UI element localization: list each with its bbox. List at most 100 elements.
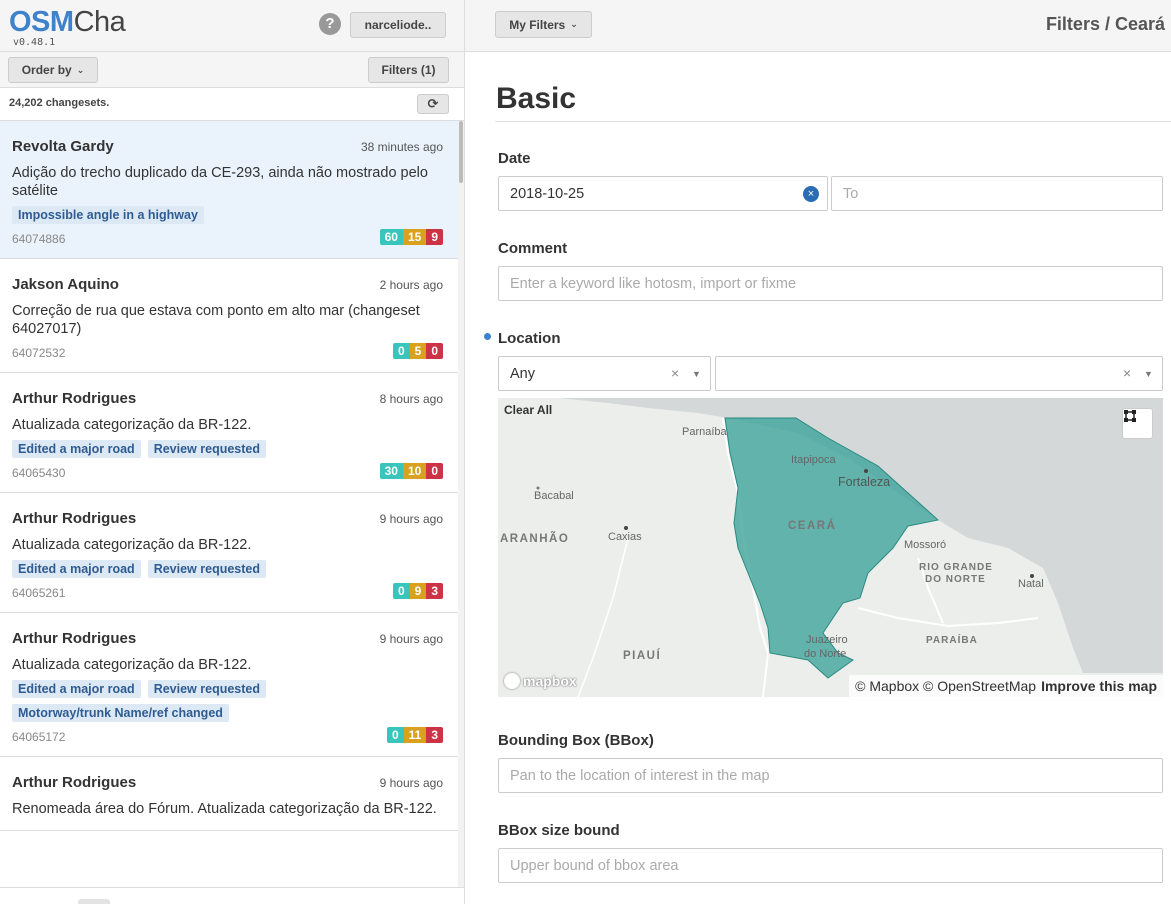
mapbox-logo-icon: [504, 673, 520, 689]
scrollbar-thumb[interactable]: [459, 121, 463, 183]
mapbox-logo[interactable]: mapbox: [504, 673, 577, 689]
changeset-user[interactable]: Arthur Rodrigues: [12, 390, 443, 407]
changeset-id: 64065172: [12, 730, 66, 744]
changeset-counts: 30 10 0: [379, 463, 443, 479]
order-by-label: Order by: [21, 63, 72, 77]
draw-polygon-button[interactable]: [1122, 408, 1153, 439]
modify-count: 10: [402, 463, 427, 479]
my-filters-label: My Filters: [509, 17, 566, 32]
map-label-natal: Natal: [1018, 578, 1044, 590]
delete-count: 3: [426, 727, 443, 743]
changeset-user[interactable]: Arthur Rodrigues: [12, 630, 443, 647]
changeset-count: 24,202 changesets.: [9, 97, 110, 109]
pagination-tab[interactable]: [78, 899, 110, 904]
changeset-tag: Review requested: [147, 680, 266, 698]
changeset-item[interactable]: Jakson Aquino 2 hours ago Correção de rua …: [0, 259, 458, 373]
modify-count: 5: [409, 343, 427, 359]
chevron-down-icon: ⌄: [570, 19, 578, 29]
changeset-tags: Edited a major road Review requested: [12, 440, 443, 458]
app-logo[interactable]: OSMCha: [9, 6, 126, 39]
create-count: 60: [379, 229, 403, 245]
user-button-label: narceliode..: [364, 18, 432, 32]
attribution-text[interactable]: © Mapbox © OpenStreetMap: [855, 678, 1036, 694]
order-by-button[interactable]: Order by ⌄: [8, 57, 98, 83]
location-select[interactable]: × ▼: [715, 356, 1163, 391]
list-toolbar: Order by ⌄ Filters (1): [0, 52, 464, 88]
app-header: OSMCha v0.48.1 ? narceliode..: [0, 0, 464, 52]
clear-x-icon[interactable]: ×: [1123, 365, 1131, 381]
map-label-itapipoca: Itapipoca: [791, 454, 836, 466]
create-count: 0: [386, 727, 404, 743]
changeset-item[interactable]: Revolta Gardy 38 minutes ago Adição do tre…: [0, 121, 458, 259]
changeset-counts: 60 15 9: [379, 229, 443, 245]
filters-header: My Filters ⌄ Filters / Ceará: [465, 0, 1171, 52]
changeset-item[interactable]: Arthur Rodrigues 9 hours ago Atualizada ca…: [0, 613, 458, 757]
river-line: [577, 537, 629, 697]
changeset-comment: Adição do trecho duplicado da CE-293, ai…: [12, 165, 428, 199]
state-border: [857, 607, 1039, 628]
clear-date-icon[interactable]: ×: [803, 186, 819, 202]
caret-down-icon[interactable]: ▼: [692, 369, 701, 379]
list-scrollbar[interactable]: [458, 121, 464, 887]
changeset-comment: Correção de rua que estava com ponto em …: [12, 303, 420, 337]
map-label-bacabal: Bacabal: [534, 490, 574, 502]
changeset-tags: Impossible angle in a highway: [12, 206, 443, 224]
modified-indicator-dot: [484, 333, 491, 340]
map-label-parnaiba: Parnaíba: [682, 426, 727, 438]
changeset-user[interactable]: Arthur Rodrigues: [12, 774, 443, 791]
section-divider: [495, 121, 1171, 122]
comment-placeholder: Enter a keyword like hotosm, import or f…: [510, 275, 797, 292]
count-bar: 24,202 changesets. ⟳: [0, 88, 464, 121]
city-dot: [624, 526, 628, 530]
caret-down-icon[interactable]: ▼: [1144, 369, 1153, 379]
polygon-icon: [1124, 410, 1136, 422]
my-filters-button[interactable]: My Filters ⌄: [495, 11, 592, 38]
changeset-time: 9 hours ago: [379, 776, 443, 790]
location-type-select[interactable]: Any × ▼: [498, 356, 711, 391]
map-label-do-norte-city: do Norte: [804, 648, 847, 660]
bbox-size-input[interactable]: Upper bound of bbox area: [498, 848, 1163, 883]
map-attribution: © Mapbox © OpenStreetMap Improve this ma…: [849, 675, 1163, 697]
clear-x-icon[interactable]: ×: [671, 365, 679, 381]
changeset-id: 64072532: [12, 346, 66, 360]
comment-label: Comment: [498, 240, 568, 257]
changeset-item[interactable]: Arthur Rodrigues 8 hours ago Atualizada ca…: [0, 373, 458, 493]
changeset-tag: Review requested: [147, 560, 266, 578]
changeset-id: 64074886: [12, 232, 66, 246]
date-to-placeholder: To: [843, 185, 859, 202]
changeset-time: 9 hours ago: [379, 632, 443, 646]
changeset-time: 9 hours ago: [379, 512, 443, 526]
changeset-item[interactable]: Arthur Rodrigues 9 hours ago Atualizada ca…: [0, 493, 458, 613]
changeset-tag: Edited a major road: [12, 680, 141, 698]
changeset-tags: Edited a major road Review requested Motor…: [12, 680, 443, 722]
date-to-input[interactable]: To: [831, 176, 1163, 211]
clear-all-button[interactable]: Clear All: [504, 403, 552, 417]
bbox-input[interactable]: Pan to the location of interest in the m…: [498, 758, 1163, 793]
changeset-user[interactable]: Jakson Aquino: [12, 276, 443, 293]
map-label-paraiba: PARAÍBA: [926, 635, 978, 646]
chevron-down-icon: ⌄: [76, 64, 85, 75]
filters-button[interactable]: Filters (1): [368, 57, 449, 83]
date-from-input[interactable]: 2018-10-25 ×: [498, 176, 828, 211]
help-icon[interactable]: ?: [319, 13, 341, 35]
date-from-value: 2018-10-25: [510, 185, 585, 202]
map-label-caxias: Caxias: [608, 531, 642, 543]
improve-map-link[interactable]: Improve this map: [1041, 678, 1157, 694]
changeset-tag: Impossible angle in a highway: [12, 206, 204, 224]
user-button[interactable]: narceliode..: [350, 12, 446, 38]
changeset-time: 2 hours ago: [379, 278, 443, 292]
comment-input[interactable]: Enter a keyword like hotosm, import or f…: [498, 266, 1163, 301]
filters-button-label: Filters (1): [381, 63, 436, 77]
changeset-tag: Edited a major road: [12, 440, 141, 458]
changeset-item[interactable]: Arthur Rodrigues 9 hours ago Renomeada áre…: [0, 757, 458, 831]
location-map[interactable]: Parnaíba Itapipoca Fortaleza Bacabal CEA…: [498, 398, 1163, 697]
refresh-button[interactable]: ⟳: [417, 94, 449, 114]
changeset-id: 64065261: [12, 586, 66, 600]
changeset-counts: 0 11 3: [386, 727, 443, 743]
bbox-size-label: BBox size bound: [498, 822, 620, 839]
changeset-user[interactable]: Arthur Rodrigues: [12, 510, 443, 527]
map-label-juazeiro: Juazeiro: [806, 634, 848, 646]
date-label: Date: [498, 150, 531, 167]
map-label-do-norte: DO NORTE: [925, 574, 986, 585]
changeset-time: 38 minutes ago: [360, 140, 443, 154]
